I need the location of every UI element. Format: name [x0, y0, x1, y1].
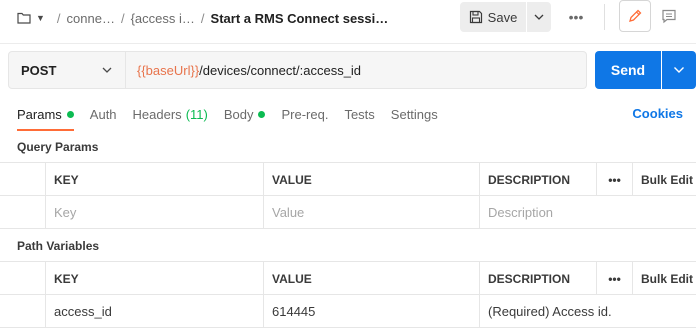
tab-label: Settings	[390, 106, 438, 122]
save-icon	[469, 10, 482, 24]
row-spacer	[0, 295, 45, 328]
save-button[interactable]: Save	[460, 2, 526, 32]
send-options-button[interactable]	[662, 51, 696, 89]
value-input[interactable]: 614445	[263, 295, 479, 328]
column-header-description: DESCRIPTION	[479, 262, 596, 295]
column-header-description: DESCRIPTION	[479, 163, 596, 196]
breadcrumb-separator: /	[120, 10, 125, 26]
breadcrumb-separator: /	[200, 10, 205, 26]
request-title[interactable]: Start a RMS Connect sessi…	[211, 11, 389, 26]
comment-icon	[662, 9, 676, 24]
key-input[interactable]: Key	[45, 196, 263, 229]
request-tabs: Params Auth Headers (11) Body Pre-req. T…	[17, 104, 454, 131]
more-actions-button[interactable]: •••	[562, 2, 590, 32]
breadcrumb-separator: /	[56, 10, 61, 26]
tab-body[interactable]: Body	[224, 104, 266, 124]
column-header-key: KEY	[45, 262, 263, 295]
status-dot	[258, 110, 266, 118]
comments-button[interactable]	[654, 0, 684, 32]
status-dot	[66, 110, 74, 118]
column-options-button[interactable]: •••	[596, 163, 632, 196]
url-input[interactable]: {{baseUrl}}/devices/connect/:access_id	[126, 51, 587, 89]
path-variables-title: Path Variables	[17, 239, 100, 253]
breadcrumb-item-folder[interactable]: {access i…	[131, 11, 195, 26]
tab-label: Tests	[344, 106, 375, 122]
send-button[interactable]: Send	[595, 51, 661, 89]
tab-label: Params	[17, 106, 62, 122]
tab-headers[interactable]: Headers (11)	[133, 104, 208, 124]
column-options-button[interactable]: •••	[596, 262, 632, 295]
breadcrumb: ▼ / conne… / {access i… / Start a RMS Co…	[16, 8, 388, 28]
query-params-table: KEY VALUE DESCRIPTION ••• Bulk Edit Key …	[0, 162, 696, 229]
column-header-key: KEY	[45, 163, 263, 196]
divider	[604, 4, 605, 30]
column-header-value: VALUE	[263, 262, 479, 295]
tab-label: Headers	[132, 106, 182, 122]
query-params-title: Query Params	[17, 140, 99, 154]
bulk-edit-button[interactable]: Bulk Edit	[632, 163, 696, 196]
tab-settings[interactable]: Settings	[391, 104, 438, 124]
chevron-down-icon	[534, 14, 544, 20]
documentation-button[interactable]	[619, 0, 651, 32]
tab-auth[interactable]: Auth	[90, 104, 117, 124]
tab-count: (11)	[185, 106, 208, 122]
request-header-bar: ▼ / conne… / {access i… / Start a RMS Co…	[0, 0, 696, 44]
save-options-button[interactable]	[527, 2, 551, 32]
method-label: POST	[21, 62, 57, 78]
key-cell: access_id	[45, 295, 263, 328]
cookies-link[interactable]: Cookies	[632, 106, 683, 121]
chevron-down-icon	[674, 67, 684, 73]
method-select[interactable]: POST	[8, 51, 126, 89]
tab-label: Pre-req.	[281, 106, 329, 122]
description-input[interactable]: Description	[479, 196, 696, 229]
tab-label: Body	[223, 106, 254, 122]
table-header-row: KEY VALUE DESCRIPTION ••• Bulk Edit	[0, 163, 696, 196]
pencil-icon	[629, 9, 642, 22]
bulk-edit-button[interactable]: Bulk Edit	[632, 262, 696, 295]
path-variables-table: KEY VALUE DESCRIPTION ••• Bulk Edit acce…	[0, 261, 696, 328]
tab-label: Auth	[89, 106, 117, 122]
checkbox-column	[0, 262, 45, 295]
table-row: access_id 614445 (Required) Access id.	[0, 295, 696, 328]
table-header-row: KEY VALUE DESCRIPTION ••• Bulk Edit	[0, 262, 696, 295]
breadcrumb-item-collection[interactable]: conne…	[67, 11, 115, 26]
tab-tests[interactable]: Tests	[344, 104, 374, 124]
table-row: Key Value Description	[0, 196, 696, 229]
value-input[interactable]: Value	[263, 196, 479, 229]
url-variable: {{baseUrl}}	[137, 62, 200, 78]
collection-icon[interactable]	[16, 10, 32, 26]
url-path: /devices/connect/:access_id	[199, 62, 362, 78]
chevron-down-icon[interactable]: ▼	[36, 13, 45, 23]
description-input[interactable]: (Required) Access id.	[479, 295, 696, 328]
tab-pre-request[interactable]: Pre-req.	[281, 104, 328, 124]
chevron-down-icon	[102, 67, 112, 73]
row-checkbox[interactable]	[0, 196, 45, 229]
save-label: Save	[487, 9, 518, 25]
tab-params[interactable]: Params	[17, 104, 74, 131]
column-header-value: VALUE	[263, 163, 479, 196]
checkbox-column	[0, 163, 45, 196]
